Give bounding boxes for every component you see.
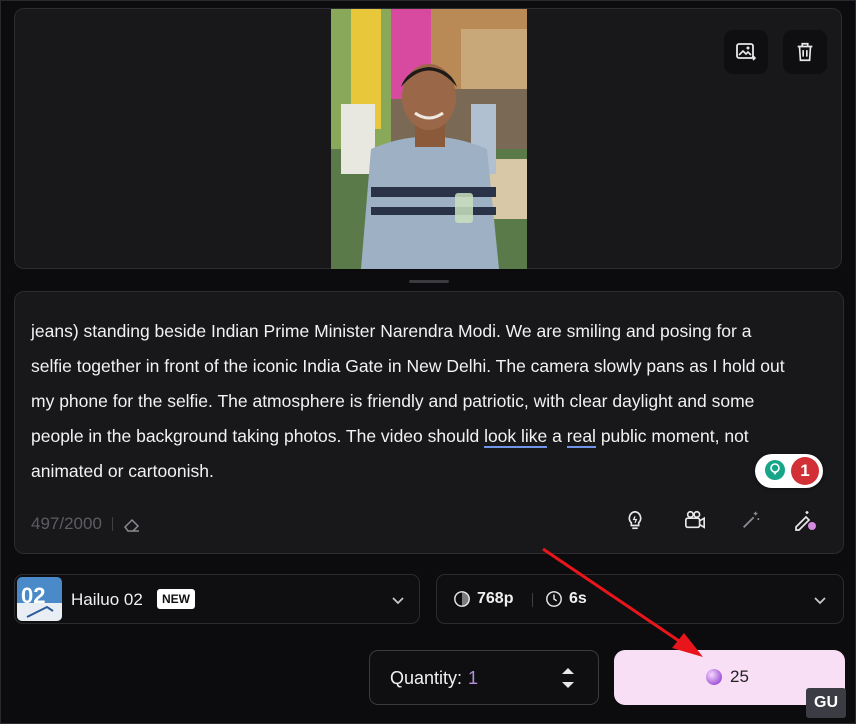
- camera-icon: [685, 510, 705, 529]
- prompt-textarea[interactable]: jeans) standing beside Indian Prime Mini…: [31, 314, 821, 489]
- prompt-line: public moment, not: [595, 426, 749, 446]
- prompt-panel[interactable]: jeans) standing beside Indian Prime Mini…: [14, 291, 844, 554]
- quantity-label: Quantity: 1: [390, 668, 479, 688]
- prompt-line: a: [547, 426, 567, 446]
- delete-icon: [797, 42, 813, 62]
- char-counter: 497/2000: [31, 514, 141, 534]
- prompt-line: my phone for the selfie. The atmosphere …: [31, 391, 755, 411]
- replace-image-button[interactable]: [724, 30, 768, 74]
- credit-orb-icon: [706, 669, 722, 685]
- watermark-logo: GU: [806, 688, 846, 718]
- model-selector[interactable]: 02 Hailuo 02 NEW: [14, 574, 420, 624]
- prompt-line: animated or cartoonish.: [31, 461, 214, 481]
- resize-handle[interactable]: [409, 280, 449, 283]
- char-count: 497/2000: [31, 514, 102, 533]
- divider: [532, 593, 533, 607]
- quantity-stepper[interactable]: Quantity: 1: [369, 650, 599, 705]
- prompt-line: people in the background taking photos. …: [31, 426, 485, 446]
- model-name: Hailuo 02: [71, 590, 143, 609]
- duration-value: 6s: [569, 590, 587, 607]
- quantity-value: 1: [468, 668, 479, 688]
- divider: [111, 517, 113, 531]
- edit-prompt-button[interactable]: [789, 504, 821, 536]
- grammar-suggestion[interactable]: real: [566, 426, 596, 448]
- prompt-line: selfie together in front of the iconic I…: [31, 356, 785, 376]
- model-thumbnail: 02: [17, 577, 62, 621]
- video-settings-selector[interactable]: 768p 6s: [436, 574, 844, 624]
- aperture-icon: [454, 591, 470, 607]
- prompt-ideas-button[interactable]: [619, 504, 651, 536]
- duration-setting: 6s: [545, 590, 587, 608]
- clock-icon: [546, 591, 562, 607]
- lightbulb-icon: [628, 510, 642, 530]
- resolution-setting: 768p: [453, 590, 513, 608]
- grammar-suggestion[interactable]: look like: [484, 426, 548, 448]
- replace-image-icon: [736, 43, 757, 61]
- uploaded-photo: [331, 9, 527, 269]
- chevron-down-icon: [814, 597, 826, 605]
- delete-button[interactable]: [783, 30, 827, 74]
- enhance-prompt-button[interactable]: [735, 504, 767, 536]
- edit-sparkle-icon: [795, 511, 816, 531]
- grammar-count: 1: [791, 457, 819, 485]
- svg-text:02: 02: [21, 583, 45, 608]
- grammar-badge[interactable]: 1: [755, 454, 823, 488]
- magic-wand-icon: [743, 511, 760, 528]
- stepper-icon[interactable]: [558, 663, 578, 693]
- credit-cost: 25: [730, 667, 749, 686]
- camera-control-button[interactable]: [679, 504, 711, 536]
- grammar-logo-icon: [765, 460, 785, 480]
- prompt-line: jeans) standing beside Indian Prime Mini…: [31, 321, 752, 341]
- new-badge: NEW: [157, 589, 195, 609]
- eraser-icon[interactable]: [123, 516, 141, 532]
- resolution-value: 768p: [477, 590, 514, 607]
- chevron-down-icon: [392, 597, 404, 605]
